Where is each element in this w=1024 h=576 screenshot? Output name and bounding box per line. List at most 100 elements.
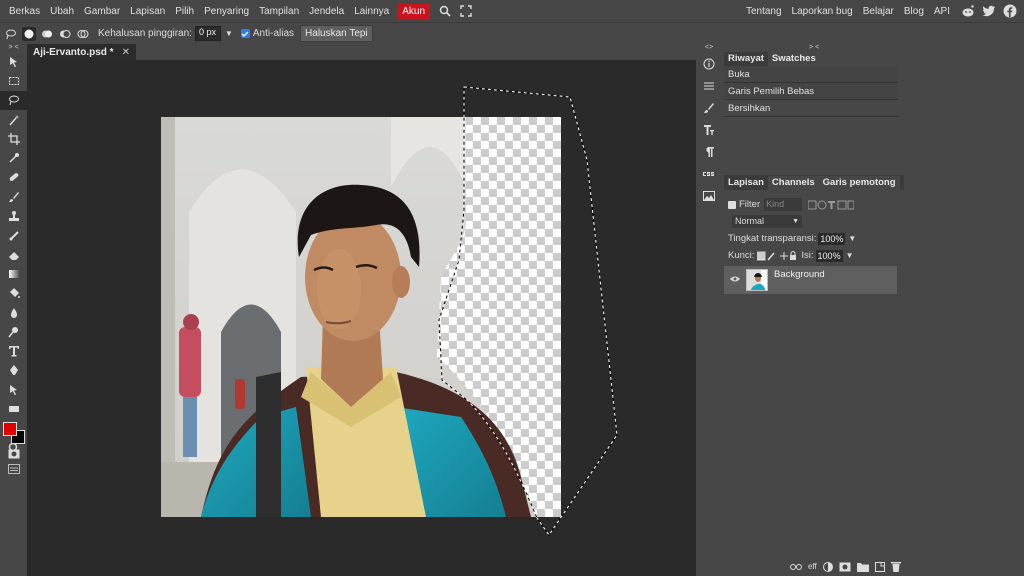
- brush-settings-icon[interactable]: [696, 98, 722, 118]
- layer-effects-button[interactable]: eff: [808, 562, 817, 571]
- link-belajar[interactable]: Belajar: [858, 6, 899, 17]
- blur-tool-icon[interactable]: [0, 303, 27, 322]
- marquee-tool-icon[interactable]: [0, 71, 27, 90]
- magic-wand-tool-icon[interactable]: [0, 110, 27, 129]
- adjustment-layer-icon[interactable]: [822, 561, 833, 572]
- screen-mode-icon[interactable]: [8, 464, 20, 477]
- account-button[interactable]: Akun: [397, 3, 431, 19]
- bucket-tool-icon[interactable]: [0, 284, 27, 303]
- selection-subtract-icon[interactable]: [58, 27, 72, 41]
- link-laporkan-bug[interactable]: Laporkan bug: [787, 6, 858, 17]
- document-tabs: Aji-Ervanto.psd * ✕: [27, 44, 696, 60]
- image-icon[interactable]: [696, 186, 722, 206]
- healing-tool-icon[interactable]: [0, 168, 27, 187]
- facebook-icon[interactable]: [1002, 3, 1018, 19]
- reddit-icon[interactable]: [960, 3, 976, 19]
- move-tool-icon[interactable]: [0, 52, 27, 71]
- menu-lainnya[interactable]: Lainnya: [349, 6, 394, 17]
- tab-riwayat[interactable]: Riwayat: [724, 52, 768, 66]
- lasso-tool-icon[interactable]: [0, 90, 27, 110]
- shape-tool-icon[interactable]: [0, 399, 27, 418]
- search-icon[interactable]: [436, 2, 454, 20]
- smoothing-dropdown-icon[interactable]: ▼: [225, 29, 233, 38]
- selection-intersect-icon[interactable]: [76, 27, 90, 41]
- menu-berkas[interactable]: Berkas: [4, 6, 45, 17]
- layer-name[interactable]: Background: [774, 269, 825, 280]
- tab-channels[interactable]: Channels: [768, 176, 819, 190]
- layer-row-background[interactable]: Background: [724, 266, 897, 294]
- panel-collapse-toggle[interactable]: <>: [696, 44, 722, 52]
- gradient-tool-icon[interactable]: [0, 264, 27, 283]
- new-group-icon[interactable]: [856, 562, 869, 572]
- fullscreen-icon[interactable]: [457, 2, 475, 20]
- new-layer-icon[interactable]: [874, 561, 885, 572]
- canvas-workspace[interactable]: [27, 60, 696, 576]
- history-item-lasso[interactable]: Garis Pemilih Bebas: [724, 83, 898, 100]
- layer-mask-icon[interactable]: [839, 562, 851, 572]
- menu-penyaring[interactable]: Penyaring: [199, 6, 254, 17]
- history-item-bersihkan[interactable]: Bersihkan: [724, 100, 898, 117]
- history-brush-tool-icon[interactable]: [0, 226, 27, 245]
- document-tab[interactable]: Aji-Ervanto.psd * ✕: [27, 44, 136, 60]
- fill-input[interactable]: 100%: [815, 249, 843, 262]
- selection-add-icon[interactable]: [40, 27, 54, 41]
- link-blog[interactable]: Blog: [899, 6, 929, 17]
- dodge-tool-icon[interactable]: [0, 322, 27, 341]
- tab-swatches[interactable]: Swatches: [768, 52, 820, 66]
- css-icon[interactable]: [696, 164, 722, 184]
- menu-pilih[interactable]: Pilih: [170, 6, 199, 17]
- link-tentang[interactable]: Tentang: [741, 6, 787, 17]
- link-layers-icon[interactable]: [790, 563, 802, 571]
- paragraph-icon[interactable]: [696, 142, 722, 162]
- smoothing-input[interactable]: 0 px: [194, 26, 221, 41]
- fill-label: Isi:: [801, 250, 814, 261]
- history-item-buka[interactable]: Buka: [724, 66, 898, 83]
- filter-label: Filter: [739, 199, 761, 210]
- kind-dropdown[interactable]: Kind: [764, 198, 803, 211]
- right-panel-collapse-toggle[interactable]: > <: [724, 44, 904, 52]
- close-icon[interactable]: ✕: [122, 47, 130, 58]
- opacity-input[interactable]: 100%: [818, 232, 846, 245]
- tab-garis-pemotong[interactable]: Garis pemotong: [819, 176, 900, 190]
- character-icon[interactable]: [696, 120, 722, 140]
- menu-tampilan[interactable]: Tampilan: [254, 6, 304, 17]
- pen-tool-icon[interactable]: [0, 361, 27, 380]
- menu-gambar[interactable]: Gambar: [79, 6, 125, 17]
- quick-mask-icon[interactable]: [8, 449, 20, 462]
- brush-tool-icon[interactable]: [0, 187, 27, 206]
- menu-bar: Berkas Ubah Gambar Lapisan Pilih Penyari…: [0, 0, 1024, 22]
- history-panel-tabs: Riwayat Swatches: [724, 52, 904, 66]
- blend-mode-row: Normal ▼: [724, 213, 904, 230]
- info-icon[interactable]: [696, 54, 722, 74]
- foreground-color-swatch[interactable]: [3, 422, 17, 436]
- smoothing-label: Kehalusan pinggiran:: [98, 28, 192, 39]
- right-gutter: [904, 44, 1024, 576]
- menu-ubah[interactable]: Ubah: [45, 6, 79, 17]
- delete-layer-icon[interactable]: [890, 561, 901, 572]
- properties-icon[interactable]: [696, 76, 722, 96]
- filter-checkbox[interactable]: [728, 200, 736, 209]
- refine-edge-button[interactable]: Haluskan Tepi: [300, 25, 373, 42]
- fill-dropdown-icon[interactable]: ▼: [846, 251, 854, 260]
- path-select-tool-icon[interactable]: [0, 380, 27, 399]
- menu-lapisan[interactable]: Lapisan: [125, 6, 170, 17]
- selection-new-icon[interactable]: [22, 26, 36, 41]
- tab-lapisan[interactable]: Lapisan: [724, 176, 768, 190]
- crop-tool-icon[interactable]: [0, 129, 27, 148]
- type-tool-icon[interactable]: [0, 341, 27, 360]
- eraser-tool-icon[interactable]: [0, 245, 27, 264]
- antialias-checkbox[interactable]: [240, 29, 250, 38]
- filter-type-icons[interactable]: [808, 200, 855, 210]
- color-swatches[interactable]: [3, 422, 25, 444]
- stamp-tool-icon[interactable]: [0, 206, 27, 225]
- tools-collapse-toggle[interactable]: > <: [0, 44, 27, 52]
- link-api[interactable]: API: [929, 6, 955, 17]
- visibility-eye-icon[interactable]: [730, 275, 740, 286]
- lock-option-icons[interactable]: [757, 250, 797, 261]
- blend-mode-dropdown[interactable]: Normal ▼: [732, 215, 802, 228]
- twitter-icon[interactable]: [981, 3, 997, 19]
- opacity-dropdown-icon[interactable]: ▼: [848, 234, 856, 243]
- eyedropper-tool-icon[interactable]: [0, 148, 27, 167]
- menu-jendela[interactable]: Jendela: [304, 6, 349, 17]
- lasso-preset-icon[interactable]: [4, 27, 18, 41]
